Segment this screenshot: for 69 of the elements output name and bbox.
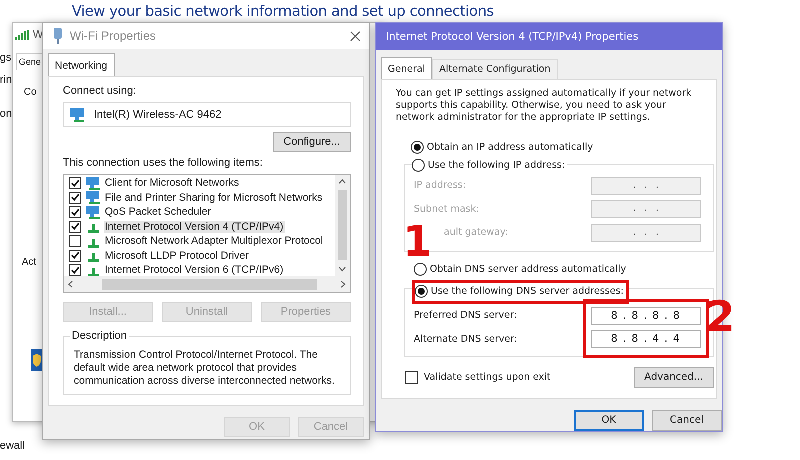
field-label: Preferred DNS server: [414,310,518,322]
group-title: Description [70,330,130,342]
list-item[interactable]: Internet Protocol Version 6 (TCP/IPv6) [104,264,285,276]
description-text: Transmission Control Protocol/Internet Protocol. The default wide area network protocol that provides communication across diverse interconnected networks. [74,349,336,388]
radio-button[interactable] [414,263,427,276]
list-item[interactable]: QoS Packet Scheduler [104,206,212,218]
radio-button[interactable] [415,285,428,298]
tab[interactable]: General [381,57,432,79]
list-item[interactable]: Microsoft Network Adapter Multiplexor Protocol [104,235,324,248]
cut-off-label: Co [24,87,37,98]
checkbox-label: Validate settings upon exit [424,372,551,382]
adapter-field: Intel(R) Wireless-AC 9462 [63,102,351,128]
dialog-button[interactable]: Cancel [652,410,722,431]
list-item[interactable]: File and Printer Sharing for Microsoft Networks [104,192,324,204]
radio-button[interactable] [412,158,425,172]
checkbox[interactable] [69,177,81,190]
dialog-button[interactable]: OK [574,410,644,431]
cut-off-label: Act [22,257,36,268]
field-label: Subnet mask: [414,204,480,215]
radio-label: Use the following IP address: [428,160,566,170]
cut-off-label: ewall [0,440,26,452]
list-item[interactable]: Microsoft LLDP Protocol Driver [104,250,250,262]
checkbox[interactable] [69,235,81,248]
page-heading: View your basic network information and set up connections [72,4,494,20]
checkbox[interactable] [69,264,81,276]
advanced-button[interactable]: Advanced... [634,366,714,388]
signal-icon [15,30,31,40]
checkbox[interactable] [69,250,81,262]
dns-address-field[interactable]: 8 . 8 . 8 . 8 [591,306,701,324]
window-title: Wi-Fi Properties [70,29,158,43]
configure-button[interactable]: Configure... [273,132,351,152]
scrollbar[interactable] [335,175,350,276]
cut-off-label: gs [0,52,12,64]
dns-address-field[interactable]: 8 . 8 . 4 . 4 [591,330,701,348]
checkbox[interactable] [69,192,81,204]
radio-button[interactable] [411,140,424,154]
step-number: 1 [403,226,432,258]
close-icon[interactable] [350,30,361,42]
tab[interactable]: Alternate Configuration [432,59,558,79]
network-adapter-icon [53,28,63,44]
tab[interactable]: Networking [48,53,115,76]
network-icon [86,206,101,219]
field-label: Alternate DNS server: [414,334,518,346]
field-label: IP address: [414,180,466,192]
list-item[interactable]: Client for Microsoft Networks [104,177,240,190]
radio-label: Obtain an IP address automatically [427,142,594,152]
intro-text: You can get IP settings assigned automatically if your network supports this capability. Otherwise, you need to ask your network administrator for the appropriate IP settings. [396,88,693,124]
checkbox[interactable] [405,370,418,384]
network-icon [86,176,101,190]
network-icon [70,108,86,122]
step-number: 2 [706,301,736,333]
cut-off-label: rin [0,74,12,86]
connect-using-label: Connect using: [63,85,138,97]
list-item[interactable]: Internet Protocol Version 4 (TCP/IPv4) [104,220,285,233]
checkbox[interactable] [69,220,81,233]
shield-icon [31,349,43,371]
items-label: This connection uses the following items: [63,157,264,170]
scroll-right-icon[interactable] [341,280,346,288]
window-title: Internet Protocol Version 4 (TCP/IPv4) Properties [386,30,639,42]
radio-label: Obtain DNS server address automatically [430,264,626,275]
scroll-left-icon[interactable] [68,280,73,288]
network-icon [86,191,101,204]
scrollbar[interactable] [64,276,350,292]
scroll-up-icon[interactable] [339,179,346,184]
scroll-down-icon[interactable] [339,267,346,272]
field-label: ault gateway: [443,227,508,238]
radio-label: Use the following DNS server addresses: [431,286,624,297]
cut-off-label: on [0,108,12,120]
checkbox[interactable] [69,206,81,218]
